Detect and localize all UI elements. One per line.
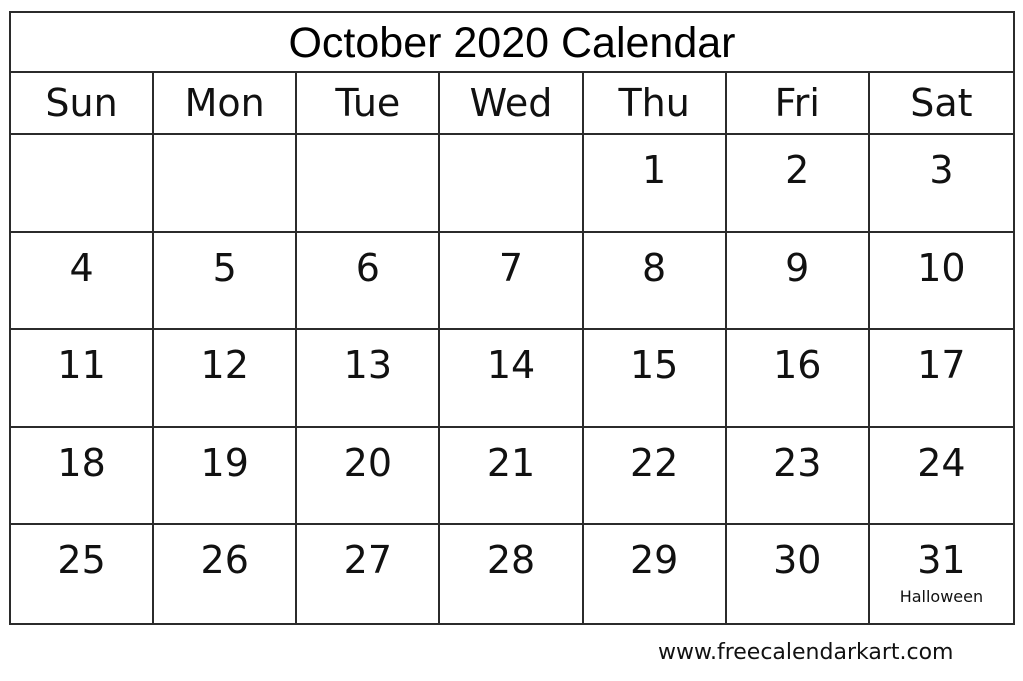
holiday-label: Halloween [899, 587, 984, 606]
day-number [297, 135, 438, 147]
weekday-header: Fri [726, 73, 870, 135]
empty-day-cell [297, 135, 441, 233]
day-cell: 7 [440, 232, 584, 330]
empty-day-cell [154, 135, 298, 233]
day-cell: 26 [154, 525, 298, 623]
day-cell: 5 [154, 232, 298, 330]
day-number: 2 [785, 148, 810, 192]
day-number: 1 [642, 148, 667, 192]
day-cell: 18 [11, 427, 155, 525]
day-cell: 6 [297, 232, 441, 330]
weekday-header: Tue [297, 73, 441, 135]
day-cell: 27 [297, 525, 441, 623]
day-number: 20 [343, 440, 393, 485]
weekday-header: Thu [583, 73, 727, 135]
day-number: 29 [629, 538, 679, 582]
day-number: 23 [773, 440, 822, 485]
day-cell: 8 [583, 232, 727, 330]
day-number: 25 [57, 538, 106, 582]
day-number: 6 [355, 245, 380, 290]
day-number: 5 [212, 245, 237, 290]
day-number: 3 [929, 148, 954, 192]
day-cell: 21 [440, 427, 584, 525]
day-number: 12 [200, 343, 249, 387]
day-number: 26 [200, 538, 249, 582]
day-number: 4 [69, 245, 94, 290]
weekday-header: Wed [440, 73, 584, 135]
day-cell: 10 [869, 233, 1013, 330]
day-cell: 17 [869, 330, 1013, 428]
day-number: 24 [917, 440, 966, 485]
day-cell: 12 [154, 330, 298, 428]
day-cell: 20 [297, 427, 441, 525]
day-number: 21 [486, 440, 536, 485]
day-cell: 28 [440, 525, 584, 623]
day-cell: 22 [583, 427, 727, 525]
day-number [154, 135, 295, 147]
day-number: 11 [57, 343, 106, 387]
day-cell: 25 [11, 525, 155, 623]
day-number: 31 [917, 538, 966, 582]
day-number: 22 [629, 440, 679, 485]
day-cell: 2 [726, 135, 870, 233]
day-number: 16 [773, 343, 822, 387]
day-number: 14 [486, 343, 536, 387]
day-cell: 29 [584, 525, 727, 623]
day-cell: 24 [869, 428, 1013, 525]
weekday-header: Mon [154, 73, 298, 135]
day-cell: 23 [726, 427, 870, 525]
day-number: 18 [57, 440, 106, 485]
day-number: 27 [343, 538, 393, 582]
day-cell: 13 [297, 330, 441, 428]
weekday-header: Sun [11, 73, 155, 135]
day-cell: 15 [583, 330, 727, 428]
day-number: 15 [629, 343, 679, 387]
day-cell: 9 [726, 232, 870, 330]
day-number: 10 [917, 245, 966, 290]
day-cell: 16 [726, 330, 870, 428]
day-cell: 4 [11, 232, 155, 330]
day-cell: 30 [727, 525, 870, 623]
website-link[interactable]: www.freecalendarkart.com [658, 640, 953, 665]
empty-day-cell [11, 135, 155, 233]
day-number [11, 135, 152, 147]
day-cell: 31 Halloween [870, 525, 1013, 623]
day-cell: 14 [440, 330, 584, 428]
day-number: 7 [498, 245, 524, 290]
empty-day-cell [440, 135, 584, 233]
day-cell: 3 [869, 135, 1013, 233]
day-cell: 11 [11, 330, 155, 428]
calendar-grid: Sun Mon Tue Wed Thu Fri Sat 1 2 3 4 5 6 7 8 9 10 11 12 13 14… [11, 73, 1013, 623]
calendar-title: October 2020 Calendar [11, 13, 1013, 73]
day-number: 9 [785, 245, 810, 290]
day-cell: 1 [583, 135, 727, 233]
day-number: 19 [200, 440, 249, 485]
calendar-table: October 2020 Calendar Sun Mon Tue Wed Thu Fri… [9, 11, 1015, 625]
day-number: 28 [486, 538, 536, 582]
day-number [440, 135, 581, 147]
weekday-header: Sat [869, 73, 1013, 135]
day-number: 13 [343, 343, 393, 387]
day-number: 8 [642, 245, 667, 290]
day-number: 30 [773, 538, 822, 582]
day-cell: 19 [154, 427, 298, 525]
day-number: 17 [917, 343, 966, 387]
